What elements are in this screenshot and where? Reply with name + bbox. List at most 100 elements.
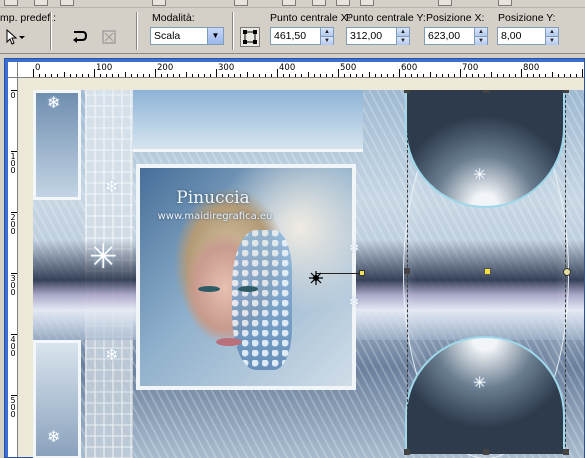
pos-y-label: Posizione Y: <box>498 12 556 24</box>
ruler-h-minor-tick <box>118 74 120 77</box>
vertical-ruler[interactable]: 0 100 200 300 400 500 <box>8 78 18 457</box>
toolbar-separator <box>232 12 234 50</box>
spin-down-icon[interactable]: ▼ <box>397 36 409 45</box>
ruler-h-minor-tick <box>301 74 303 77</box>
ruler-h-minor-tick <box>45 74 47 77</box>
tool-icon-1[interactable] <box>4 0 18 6</box>
tool-icon-6[interactable] <box>282 0 296 6</box>
tool-icon-2[interactable] <box>34 0 48 6</box>
ruler-h-minor-tick <box>447 74 449 77</box>
jewel-face-overlay <box>232 230 292 370</box>
tool-icon-3[interactable] <box>60 0 74 6</box>
pivot-point-icon[interactable] <box>309 271 323 285</box>
document-window: 0100200300400500600700800900 01002003004… <box>4 58 585 458</box>
ruler-h-minor-tick <box>411 74 413 77</box>
watermark-title: Pinuccia <box>176 188 250 208</box>
cancel-transform-icon <box>102 30 116 44</box>
spin-down-icon[interactable]: ▼ <box>546 36 558 45</box>
ruler-v-label: 400 <box>10 335 16 358</box>
resize-handle-top-left[interactable] <box>404 90 410 93</box>
tool-icon-10[interactable] <box>438 0 452 6</box>
ruler-v-label: 300 <box>10 274 16 297</box>
spin-up-icon[interactable]: ▲ <box>321 28 333 36</box>
toolbar-separator <box>136 12 138 50</box>
ruler-h-minor-tick <box>423 74 425 77</box>
pos-y-field[interactable]: 8,00 ▲ ▼ <box>497 27 559 45</box>
ruler-h-minor-tick <box>39 74 41 77</box>
center-y-field[interactable]: 312,00 ▲ ▼ <box>346 27 410 45</box>
preset-picker-button[interactable] <box>2 26 28 48</box>
tool-icon-11[interactable] <box>498 0 512 6</box>
ruler-h-minor-tick <box>441 74 443 77</box>
tool-icon-5[interactable] <box>234 0 248 6</box>
cancel-transform-button[interactable] <box>98 26 120 48</box>
ruler-h-minor-tick <box>100 74 102 77</box>
ruler-h-label: 800 <box>523 63 540 73</box>
resize-handle-top-right[interactable] <box>563 90 569 93</box>
center-y-spinner[interactable]: ▲ ▼ <box>396 28 409 45</box>
ruler-v-label: 0 <box>10 91 16 100</box>
rotation-arm-handle[interactable] <box>359 270 365 276</box>
ruler-h-minor-tick <box>331 74 333 77</box>
chevron-down-icon[interactable]: ▼ <box>207 28 223 44</box>
mode-select[interactable]: Scala ▼ <box>150 27 224 45</box>
reset-button[interactable] <box>68 26 90 48</box>
center-x-spinner[interactable]: ▲ ▼ <box>320 28 333 45</box>
ruler-h-minor-tick <box>81 74 83 77</box>
ruler-v-label: 100 <box>10 152 16 175</box>
ruler-h-minor-tick <box>87 74 89 77</box>
ruler-h-minor-tick <box>197 74 199 77</box>
ruler-h-minor-tick <box>252 74 254 77</box>
ruler-v-label: 200 <box>10 213 16 236</box>
image-canvas[interactable]: Pinuccia www.maidiregrafica.eu ❄ ❄ ✳ ❄ ❄… <box>33 90 584 458</box>
ruler-h-minor-tick <box>362 74 364 77</box>
snowflake-icon: ❄ <box>349 241 360 255</box>
ruler-v-label: 500 <box>10 396 16 419</box>
ruler-h-minor-tick <box>380 74 382 77</box>
ruler-h-minor-tick <box>484 74 486 77</box>
resize-handle-left-middle[interactable] <box>404 268 410 274</box>
ruler-h-label: 600 <box>401 63 418 73</box>
resize-handle-bottom-left[interactable] <box>404 449 410 455</box>
ruler-h-minor-tick <box>313 74 315 77</box>
rotation-handle[interactable] <box>563 268 571 276</box>
spin-up-icon[interactable]: ▲ <box>475 28 487 36</box>
resize-handle-top-middle[interactable] <box>483 90 489 93</box>
deform-grid-button[interactable] <box>240 27 260 47</box>
tool-icon-8[interactable] <box>336 0 350 6</box>
ruler-h-minor-tick <box>514 74 516 77</box>
ruler-h-label: 300 <box>218 63 235 73</box>
ruler-h-minor-tick <box>106 74 108 77</box>
tool-icon-4[interactable] <box>152 0 166 6</box>
ruler-h-minor-tick <box>191 74 193 77</box>
center-x-field[interactable]: 461,50 ▲ ▼ <box>270 27 334 45</box>
ruler-h-tick <box>521 69 522 77</box>
tool-icon-7[interactable] <box>312 0 326 6</box>
deform-grid-icon <box>243 30 257 44</box>
ruler-h-tick <box>460 69 461 77</box>
pos-x-value: 623,00 <box>428 30 461 42</box>
horizontal-ruler[interactable]: 0100200300400500600700800900 <box>18 62 584 78</box>
center-point-handle[interactable] <box>484 268 491 275</box>
resize-handle-bottom-right[interactable] <box>563 449 569 455</box>
ruler-h-minor-tick <box>289 74 291 77</box>
rotation-arm-line <box>316 273 364 274</box>
ruler-h-minor-tick <box>557 74 559 77</box>
watermark-url: www.maidiregrafica.eu <box>157 211 273 222</box>
spin-down-icon[interactable]: ▼ <box>321 36 333 45</box>
pos-x-field[interactable]: 623,00 ▲ ▼ <box>424 27 488 45</box>
pick-arrow-icon <box>6 29 25 45</box>
spin-down-icon[interactable]: ▼ <box>475 36 487 45</box>
ruler-h-minor-tick <box>405 74 407 77</box>
ruler-h-minor-tick <box>502 74 504 77</box>
resize-handle-bottom-middle[interactable] <box>483 449 489 455</box>
pos-x-spinner[interactable]: ▲ ▼ <box>474 28 487 45</box>
tool-icon-9[interactable] <box>360 0 374 6</box>
spin-up-icon[interactable]: ▲ <box>546 28 558 36</box>
spin-up-icon[interactable]: ▲ <box>397 28 409 36</box>
ruler-h-minor-tick <box>472 74 474 77</box>
mode-label: Modalità: <box>152 12 195 24</box>
ruler-h-label: 200 <box>157 63 174 73</box>
pos-y-spinner[interactable]: ▲ ▼ <box>545 28 558 45</box>
snowflake-icon: ✳ <box>89 238 118 276</box>
